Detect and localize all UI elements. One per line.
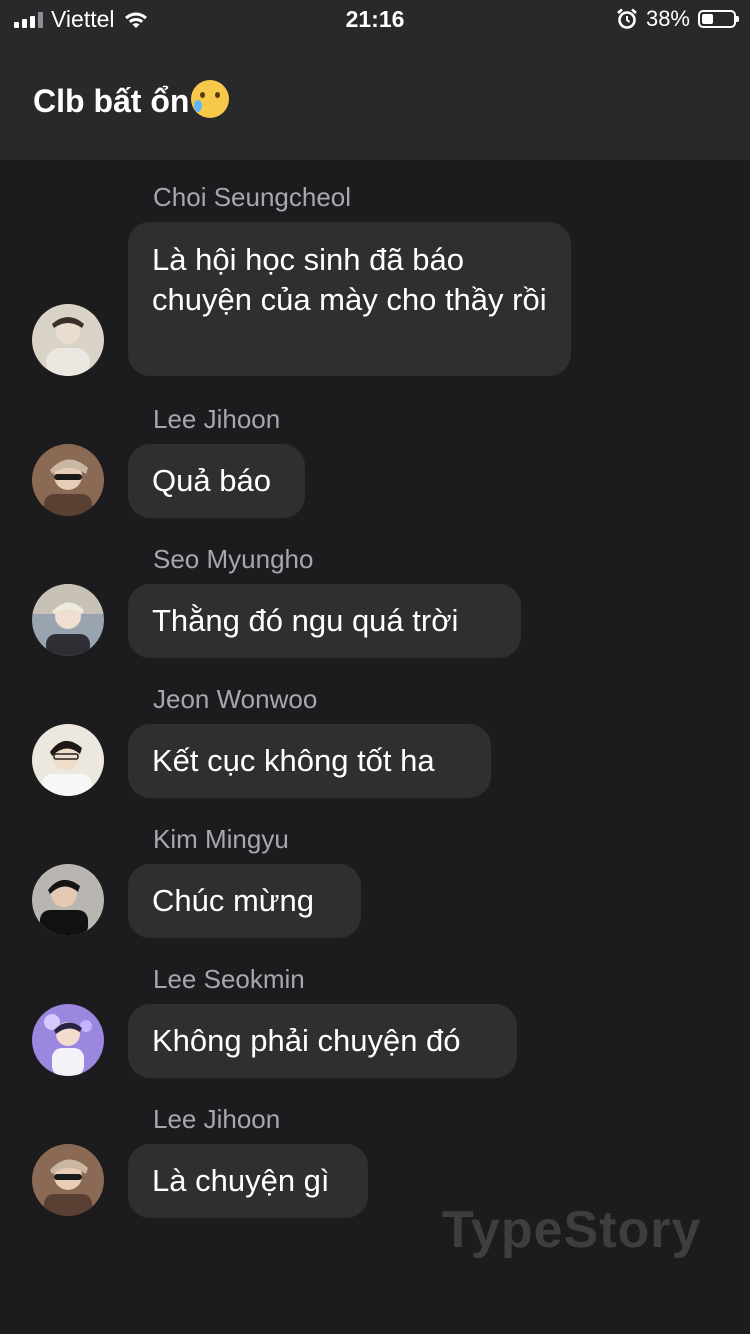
message-bubble[interactable]: Kết cục không tốt ha: [128, 724, 491, 798]
sender-name: Choi Seungcheol: [153, 182, 352, 212]
battery-percent: 38%: [645, 6, 690, 31]
crying-face-icon: [191, 80, 230, 118]
alarm-icon: [617, 8, 637, 29]
avatar[interactable]: [32, 864, 104, 936]
message-bubble[interactable]: Là hội học sinh đã báo chuyện của mày ch…: [128, 222, 571, 376]
battery-icon: [698, 10, 739, 28]
bottom-area: [0, 1294, 750, 1334]
message-bubble[interactable]: Là chuyện gì: [128, 1144, 368, 1218]
status-bar: Viettel 21:16 38%: [0, 0, 750, 40]
sender-name: Lee Seokmin: [153, 964, 305, 994]
sender-name: Lee Jihoon: [153, 404, 281, 434]
sender-name: Jeon Wonwoo: [153, 684, 318, 714]
sender-name: Lee Jihoon: [153, 1104, 281, 1134]
chat-header: Clb bất ổn: [0, 40, 750, 160]
avatar[interactable]: [32, 584, 104, 656]
message-bubble[interactable]: Quả báo: [128, 444, 305, 518]
message-bubble[interactable]: Chúc mừng: [128, 864, 361, 938]
message-bubble[interactable]: Thằng đó ngu quá trời: [128, 584, 521, 658]
watermark-logo: TypeStory: [442, 1201, 702, 1259]
sender-name: Kim Mingyu: [153, 824, 289, 854]
avatar[interactable]: [32, 1004, 104, 1076]
avatar[interactable]: [32, 724, 104, 796]
status-right: 38%: [616, 6, 739, 32]
avatar[interactable]: [32, 1144, 104, 1216]
avatar[interactable]: [32, 304, 104, 376]
chat-title-text: Clb bất ổn: [33, 83, 190, 119]
chat-title: Clb bất ổn: [33, 80, 230, 120]
sender-name: Seo Myungho: [153, 544, 314, 574]
message-bubble[interactable]: Không phải chuyện đó: [128, 1004, 517, 1078]
avatar[interactable]: [32, 444, 104, 516]
